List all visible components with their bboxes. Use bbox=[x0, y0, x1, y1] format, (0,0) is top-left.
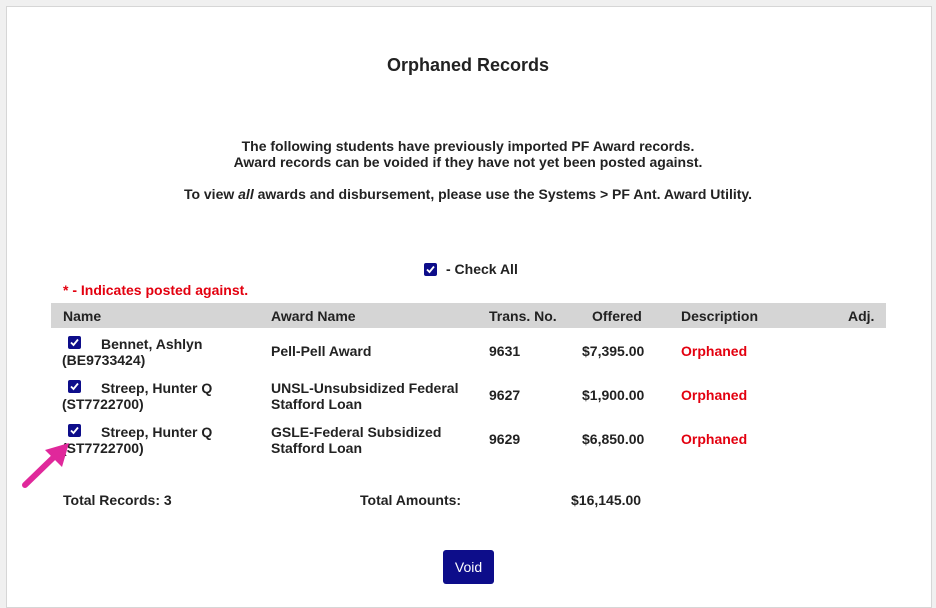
table-row: Streep, Hunter Q (ST7722700) UNSL-Unsubs… bbox=[51, 380, 886, 424]
check-all-control: - Check All bbox=[424, 261, 518, 277]
award-name: UNSL-Unsubsidized Federal bbox=[271, 380, 459, 396]
award-name-line-2: Stafford Loan bbox=[271, 440, 362, 456]
total-records: Total Records: 3 bbox=[63, 492, 172, 508]
annotation-arrow-icon bbox=[22, 443, 69, 488]
void-button[interactable]: Void bbox=[443, 550, 494, 584]
student-name: Streep, Hunter Q bbox=[101, 424, 213, 440]
row-checkbox[interactable] bbox=[68, 336, 81, 349]
award-name: Pell-Pell Award bbox=[271, 343, 372, 359]
checkmark-icon bbox=[70, 338, 79, 347]
utility-hint-prefix: To view bbox=[183, 186, 239, 202]
description-status: Orphaned bbox=[681, 343, 748, 359]
offered-amount: $1,900.00 bbox=[582, 387, 645, 403]
total-amount-value: $16,145.00 bbox=[571, 492, 642, 508]
description-status: Orphaned bbox=[681, 387, 748, 403]
utility-hint: To view all awards and disbursement, ple… bbox=[0, 186, 936, 202]
posted-note: * - Indicates posted against. bbox=[63, 282, 249, 298]
student-name: Streep, Hunter Q bbox=[101, 380, 213, 396]
checkmark-icon bbox=[426, 265, 435, 273]
award-name: GSLE-Federal Subsidized bbox=[271, 424, 442, 440]
student-id: (ST7722700) bbox=[62, 396, 144, 412]
student-id: (BE9733424) bbox=[62, 352, 146, 368]
trans-no: 9629 bbox=[489, 431, 521, 447]
checkmark-icon bbox=[70, 426, 79, 435]
table-row: Bennet, Ashlyn (BE9733424) Pell-Pell Awa… bbox=[51, 336, 886, 380]
trans-no: 9627 bbox=[489, 387, 521, 403]
intro-line-1: The following students have previously i… bbox=[241, 138, 695, 154]
utility-hint-suffix: awards and disbursement, please use the … bbox=[253, 186, 753, 202]
header-offered: Offered bbox=[592, 308, 642, 324]
table-header: Name Award Name Trans. No. Offered Descr… bbox=[51, 303, 886, 328]
total-amounts-label: Total Amounts: bbox=[360, 492, 462, 508]
header-trans-no: Trans. No. bbox=[489, 308, 557, 324]
intro-line-2: Award records can be voided if they have… bbox=[233, 154, 703, 170]
student-name: Bennet, Ashlyn bbox=[101, 336, 203, 352]
header-adj: Adj. bbox=[848, 308, 875, 324]
check-all-label: - Check All bbox=[446, 261, 518, 277]
offered-amount: $6,850.00 bbox=[582, 431, 645, 447]
header-name: Name bbox=[63, 308, 102, 324]
header-description: Description bbox=[681, 308, 759, 324]
trans-no: 9631 bbox=[489, 343, 521, 359]
row-checkbox[interactable] bbox=[68, 380, 81, 393]
header-award-name: Award Name bbox=[271, 308, 356, 324]
page-title: Orphaned Records bbox=[386, 55, 550, 75]
checkmark-icon bbox=[70, 382, 79, 391]
offered-amount: $7,395.00 bbox=[582, 343, 645, 359]
row-checkbox[interactable] bbox=[68, 424, 81, 437]
table-row: Streep, Hunter Q (ST7722700) GSLE-Federa… bbox=[51, 424, 886, 468]
award-name-line-2: Stafford Loan bbox=[271, 396, 362, 412]
description-status: Orphaned bbox=[681, 431, 748, 447]
check-all-checkbox[interactable] bbox=[424, 262, 437, 276]
utility-hint-emphasis: all bbox=[238, 186, 254, 202]
